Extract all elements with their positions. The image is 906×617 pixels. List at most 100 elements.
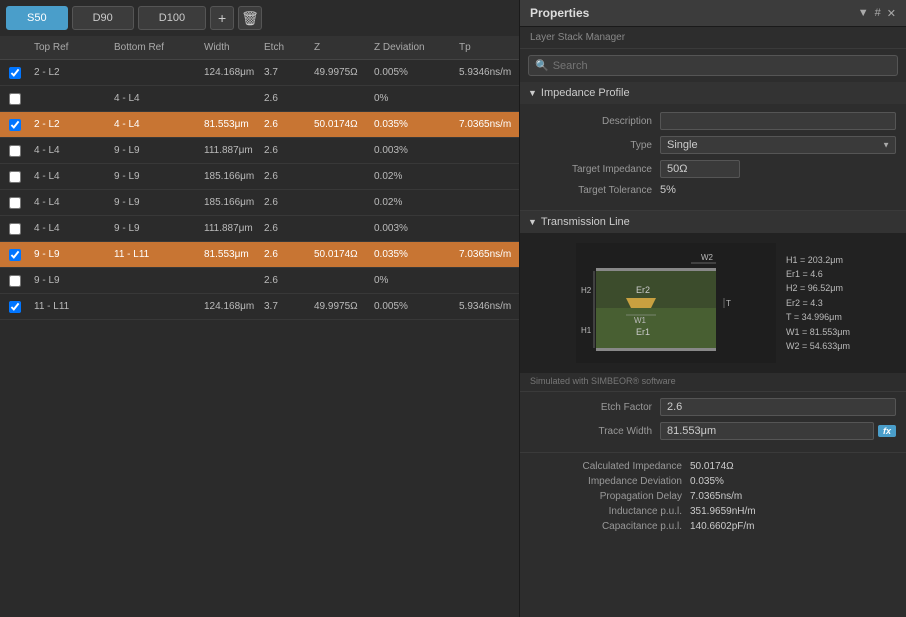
etch-trace-section: Etch Factor Trace Width fx (520, 392, 906, 452)
row-top-ref-6: 4 - L4 (30, 221, 110, 236)
row-etch-2: 2.6 (260, 117, 310, 132)
row-width-4: 185.166μm (200, 169, 260, 184)
tl-simulated: Simulated with SIMBEOR® software (520, 373, 906, 392)
calc-capacitance-row: Capacitance p.u.l. 140.6602pF/m (530, 521, 896, 532)
trace-width-wrapper: fx (660, 422, 896, 440)
type-select[interactable]: Single Differential (660, 136, 896, 154)
panel-title-bar: Properties ▼ # ✕ (520, 0, 906, 27)
tab-s50[interactable]: S50 (6, 6, 68, 30)
target-impedance-value (660, 160, 896, 178)
impedance-profile-section: ▼ Impedance Profile Description Type Sin… (520, 82, 906, 211)
row-z-6 (310, 227, 370, 231)
col-width: Width (200, 40, 260, 55)
description-input[interactable] (660, 112, 896, 130)
pin-button[interactable]: ▼ (858, 7, 869, 20)
table-header: Top Ref Bottom Ref Width Etch Z Z Deviat… (0, 36, 519, 60)
row-bottom-ref-3: 9 - L9 (110, 143, 200, 158)
panel-title: Properties (530, 6, 589, 20)
tl-content: W1 W2 T H2 H1 Er1 Er2 (520, 233, 906, 452)
row-top-ref-1 (30, 97, 110, 101)
row-check-5[interactable] (0, 197, 30, 209)
row-zdev-8: 0% (370, 273, 455, 288)
row-bottom-ref-9 (110, 305, 200, 309)
row-top-ref-0: 2 - L2 (30, 65, 110, 80)
row-check-2[interactable] (0, 119, 30, 131)
svg-text:H1: H1 (581, 326, 592, 335)
col-zdev: Z Deviation (370, 40, 455, 55)
row-top-ref-5: 4 - L4 (30, 195, 110, 210)
row-check-8[interactable] (0, 275, 30, 287)
row-z-4 (310, 175, 370, 179)
col-etch: Etch (260, 40, 310, 55)
delete-tab-button[interactable]: 🗑 (238, 6, 262, 30)
type-label: Type (530, 140, 660, 151)
row-width-2: 81.553μm (200, 117, 260, 132)
row-zdev-4: 0.02% (370, 169, 455, 184)
row-width-7: 81.553μm (200, 247, 260, 262)
calc-impedance-row: Calculated Impedance 50.0174Ω (530, 461, 896, 472)
row-zdev-7: 0.035% (370, 247, 455, 262)
row-z-3 (310, 149, 370, 153)
trace-width-input[interactable] (660, 422, 874, 440)
fx-button[interactable]: fx (878, 425, 896, 437)
svg-text:H2: H2 (581, 286, 592, 295)
row-check-7[interactable] (0, 249, 30, 261)
calc-capacitance-label: Capacitance p.u.l. (530, 521, 690, 532)
table-row: 4 - L4 2.6 0% (0, 86, 519, 112)
table-row: 11 - L11 124.168μm 3.7 49.9975Ω 0.005% 5… (0, 294, 519, 320)
transmission-line-header[interactable]: ▼ Transmission Line (520, 211, 906, 233)
row-zdev-3: 0.003% (370, 143, 455, 158)
table-row: 4 - L4 9 - L9 185.166μm 2.6 0.02% (0, 164, 519, 190)
tab-d100[interactable]: D100 (138, 6, 206, 30)
trace-width-row: Trace Width fx (530, 422, 896, 440)
etch-factor-input[interactable] (660, 398, 896, 416)
row-tp-7: 7.0365ns/m (455, 247, 519, 262)
etch-factor-label: Etch Factor (530, 402, 660, 413)
table-row: 2 - L2 4 - L4 81.553μm 2.6 50.0174Ω 0.03… (0, 112, 519, 138)
description-value (660, 112, 896, 130)
calc-deviation-row: Impedance Deviation 0.035% (530, 476, 896, 487)
row-tp-9: 5.9346ns/m (455, 299, 519, 314)
calc-propagation-row: Propagation Delay 7.0365ns/m (530, 491, 896, 502)
calc-inductance-row: Inductance p.u.l. 351.9659nH/m (530, 506, 896, 517)
row-zdev-1: 0% (370, 91, 455, 106)
close-button[interactable]: ✕ (887, 7, 896, 20)
calc-capacitance-value: 140.6602pF/m (690, 521, 896, 532)
table-row: 2 - L2 124.168μm 3.7 49.9975Ω 0.005% 5.9… (0, 60, 519, 86)
tab-d90[interactable]: D90 (72, 6, 134, 30)
target-impedance-input[interactable] (660, 160, 740, 178)
description-row: Description (530, 112, 896, 130)
row-check-0[interactable] (0, 67, 30, 79)
tl-param: H1 = 203.2μm (786, 253, 850, 267)
row-tp-2: 7.0365ns/m (455, 117, 519, 132)
row-tp-8 (455, 279, 519, 283)
row-check-3[interactable] (0, 145, 30, 157)
col-z: Z (310, 40, 370, 55)
float-button[interactable]: # (875, 7, 881, 20)
col-bottom-ref: Bottom Ref (110, 40, 200, 55)
target-tolerance-value: 5% (660, 184, 896, 196)
type-row: Type Single Differential (530, 136, 896, 154)
row-check-1[interactable] (0, 93, 30, 105)
row-tp-3 (455, 149, 519, 153)
description-label: Description (530, 116, 660, 127)
tl-collapse-icon: ▼ (528, 217, 537, 227)
impedance-profile-label: Impedance Profile (541, 87, 630, 99)
search-bar: 🔍 (528, 55, 898, 76)
row-etch-8: 2.6 (260, 273, 310, 288)
row-zdev-0: 0.005% (370, 65, 455, 80)
transmission-line-section: ▼ Transmission Line W1 (520, 211, 906, 453)
row-zdev-9: 0.005% (370, 299, 455, 314)
tl-svg: W1 W2 T H2 H1 Er1 Er2 (576, 243, 776, 363)
impedance-profile-header[interactable]: ▼ Impedance Profile (520, 82, 906, 104)
svg-text:Er1: Er1 (636, 327, 650, 337)
row-width-6: 111.887μm (200, 221, 260, 236)
row-check-6[interactable] (0, 223, 30, 235)
search-input[interactable] (553, 60, 891, 72)
target-tolerance-row: Target Tolerance 5% (530, 184, 896, 196)
table-row: 9 - L9 11 - L11 81.553μm 2.6 50.0174Ω 0.… (0, 242, 519, 268)
row-check-9[interactable] (0, 301, 30, 313)
row-check-4[interactable] (0, 171, 30, 183)
add-tab-button[interactable]: + (210, 6, 234, 30)
impedance-profile-content: Description Type Single Differential Tar… (520, 104, 906, 210)
